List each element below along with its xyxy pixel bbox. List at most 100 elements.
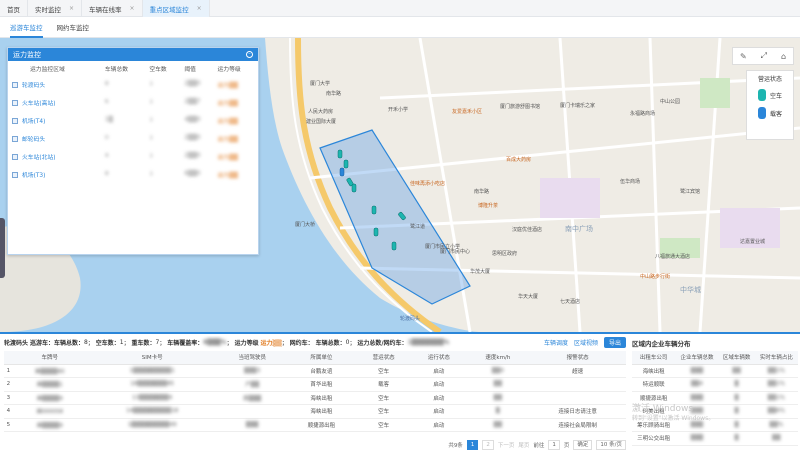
capacity-level-cell: 运力▒▒	[213, 111, 258, 129]
capacity-total-cell: 6	[101, 93, 145, 111]
layers-icon[interactable]: ⌂	[781, 52, 786, 61]
grid-cell-text: 空车	[378, 368, 390, 375]
row-checkbox[interactable]	[12, 82, 18, 88]
table-row[interactable]: 2 闽▒▒▒▒1 18▒▒▒▒▒▒▒85 户▒▒ 首华出租 载客 启动 ▒▒	[4, 377, 626, 392]
area-name[interactable]: 火车站(高站)	[22, 101, 56, 107]
capacity-row[interactable]: 机场(T3) 8 1 6▒▒0 运力▒▒	[8, 165, 258, 183]
capacity-threshold: 4▒▒0	[184, 117, 201, 123]
map-label: 厦门旅游舒图书馆	[500, 104, 541, 110]
grid-cell-text: ▒▒	[493, 381, 503, 388]
last-page-button[interactable]: 尾页	[518, 441, 529, 449]
status-legend: 营运状态 空车 载客	[746, 70, 794, 140]
legend-loaded[interactable]: 载客	[747, 107, 793, 119]
capacity-area-cell[interactable]: 邮轮码头	[8, 129, 101, 147]
summary-level: 运力▒▒	[260, 340, 282, 347]
sub-tab-bar: 巡游车监控 网约车监控	[0, 18, 800, 38]
fullscreen-icon[interactable]: ⤢	[761, 51, 767, 61]
table-row[interactable]: 4 闽000058 14▒▒▒▒▒▒▒▒▒18 海峡出租 空车 启动 ▒ 连接日志请注意	[4, 404, 626, 419]
company-cell-text: 海峡出租	[642, 368, 665, 375]
capacity-area-cell[interactable]: 机场(T4)	[8, 111, 101, 129]
tab-online-monitor[interactable]: 网约车监控	[57, 18, 90, 38]
grid-cell: 空车	[355, 391, 412, 405]
area-video-link[interactable]: 区域视频	[574, 338, 598, 347]
company-distribution-section: 区域内企业车辆分布 出租车公司 企业车辆总数 区域车辆数 实时车辆占比 海峡出租 ▒▒▒…	[632, 336, 798, 452]
goto-confirm-button[interactable]: 确定	[573, 440, 593, 450]
export-button[interactable]: 导出	[603, 337, 626, 348]
close-icon[interactable]: ×	[197, 5, 202, 12]
collapse-icon[interactable]: –	[246, 51, 253, 58]
page-1-button[interactable]: 1	[466, 440, 479, 450]
capacity-row[interactable]: 轮渡码头 8 1 2▒▒0 运力▒▒	[8, 75, 258, 93]
capacity-level: 运力▒▒	[217, 82, 238, 89]
vehicle-dispatch-link[interactable]: 车辆调度	[544, 338, 568, 347]
vehicle-table: 车牌号 SIM卡号 当班驾驶员 所属单位 营运状态 运行状态 速度km/h 报警状态 1 闽▒▒…	[4, 351, 626, 432]
close-icon[interactable]: ×	[69, 5, 74, 12]
grid-cell-text: ▒▒▒3	[244, 367, 261, 374]
area-name[interactable]: 火车站(北站)	[22, 155, 56, 161]
table-row[interactable]: 5 闽▒▒▒▒9 1▒▒▒▒▒▒▒▒▒49 ▒▒▒ 顺捷源出租 空车 启动 ▒▒ 连接社会局限制	[4, 418, 626, 432]
capacity-area-cell[interactable]: 火车站(高站)	[8, 93, 101, 111]
map-toolbar: ✎ ⤢ ⌂	[732, 47, 794, 65]
top-tab-1[interactable]: 实时监控 ×	[28, 0, 83, 17]
page-2-button[interactable]: 2	[482, 440, 494, 450]
top-tab-2[interactable]: 车辆在线率 ×	[82, 0, 143, 17]
grid-cell-text: 闽000058	[36, 409, 64, 416]
company-col-header: 出租车公司	[632, 351, 676, 365]
top-tab-3[interactable]: 重点区域监控 ×	[142, 0, 210, 17]
grid-cell-text: 海峡出租	[310, 409, 333, 416]
grid-cell: 闽▒▒▒▒9	[12, 391, 87, 405]
map-label: 人民大药房	[308, 109, 334, 115]
capacity-row[interactable]: 火车站(高站) 6 1 2▒▒7 运力▒▒	[8, 93, 258, 111]
capacity-empty: 1	[149, 171, 154, 177]
grid-cell-text: 14▒▒▒▒▒▒▒▒▒18	[126, 408, 179, 415]
row-checkbox[interactable]	[12, 154, 18, 160]
panel-collapse-handle[interactable]	[0, 218, 5, 278]
close-icon[interactable]: ×	[130, 5, 135, 12]
capacity-level: 运力▒▒	[217, 100, 238, 107]
table-row[interactable]: 3 闽▒▒▒▒9 13▒▒▒▒▒▒▒4 庞▒▒▒ 海峡出租 空车 启动 ▒▒	[4, 391, 626, 405]
capacity-total: 8	[104, 81, 109, 87]
area-name[interactable]: 邮轮码头	[22, 137, 45, 143]
grid-cell-text: 闽▒▒▒▒9	[36, 422, 63, 429]
area-name[interactable]: 机场(T3)	[22, 173, 45, 179]
row-checkbox[interactable]	[12, 118, 18, 124]
area-name[interactable]: 轮渡码头	[22, 83, 45, 89]
map-label: 开禾小学	[388, 107, 409, 113]
company-cell: ▒▒6%	[754, 404, 798, 419]
row-checkbox[interactable]	[12, 172, 18, 178]
next-page-button[interactable]: 下一页	[498, 441, 515, 449]
grid-cell-text: 13▒▒▒▒▒▒▒4	[132, 394, 173, 401]
capacity-threshold-cell: 2▒▒0	[180, 75, 213, 93]
company-cell: ▒▒%	[754, 418, 798, 432]
capacity-area-cell[interactable]: 机场(T3)	[8, 165, 101, 183]
grid-cell-text: 闽▒▒▒▒1	[36, 382, 63, 389]
row-checkbox[interactable]	[12, 136, 18, 142]
capacity-threshold: 2▒▒0	[184, 81, 201, 87]
table-row[interactable]: 1 闽▒▒▒▒80 1▒▒▒▒▒▒▒▒▒1 ▒▒▒3 台鹏友谊 空车 启动 ▒▒0 超速	[4, 364, 626, 378]
capacity-col-header: 运力等级	[217, 66, 241, 73]
grid-cell-text: ▒	[495, 408, 500, 415]
capacity-row[interactable]: 火车站(北站) 4 1 2▒▒0 运力▒▒	[8, 147, 258, 165]
row-checkbox[interactable]	[12, 100, 18, 106]
tab-cruise-monitor[interactable]: 巡游车监控	[10, 18, 43, 38]
top-tab-0[interactable]: 首页	[0, 0, 28, 17]
capacity-row[interactable]: 机场(T4) 1▒ 1 4▒▒0 运力▒▒	[8, 111, 258, 129]
grid-cell: 2	[4, 377, 13, 392]
capacity-threshold-cell: 2▒▒7	[180, 93, 213, 111]
grid-col-header: 速度km/h	[466, 351, 530, 365]
page-size-select[interactable]: 10 条/页	[596, 440, 626, 450]
ruler-icon[interactable]: ✎	[740, 52, 747, 61]
company-cell-text: ▒	[734, 435, 739, 442]
capacity-area-cell[interactable]: 轮渡码头	[8, 75, 101, 93]
capacity-col-header: 空车数	[149, 66, 167, 73]
map-label: 七天酒店	[560, 299, 581, 305]
area-name[interactable]: 机场(T4)	[22, 119, 45, 125]
goto-input[interactable]: 1	[548, 440, 560, 450]
company-cell-text: 三明公交出租	[637, 436, 671, 443]
capacity-area-cell[interactable]: 火车站(北站)	[8, 147, 101, 165]
legend-empty[interactable]: 空车	[747, 89, 793, 101]
grid-cell: 3	[4, 391, 13, 405]
capacity-threshold: 2▒▒0	[184, 135, 201, 141]
grid-col-header: 营运状态	[355, 351, 412, 365]
capacity-row[interactable]: 邮轮码头 0 1 2▒▒0 运力▒▒	[8, 129, 258, 147]
